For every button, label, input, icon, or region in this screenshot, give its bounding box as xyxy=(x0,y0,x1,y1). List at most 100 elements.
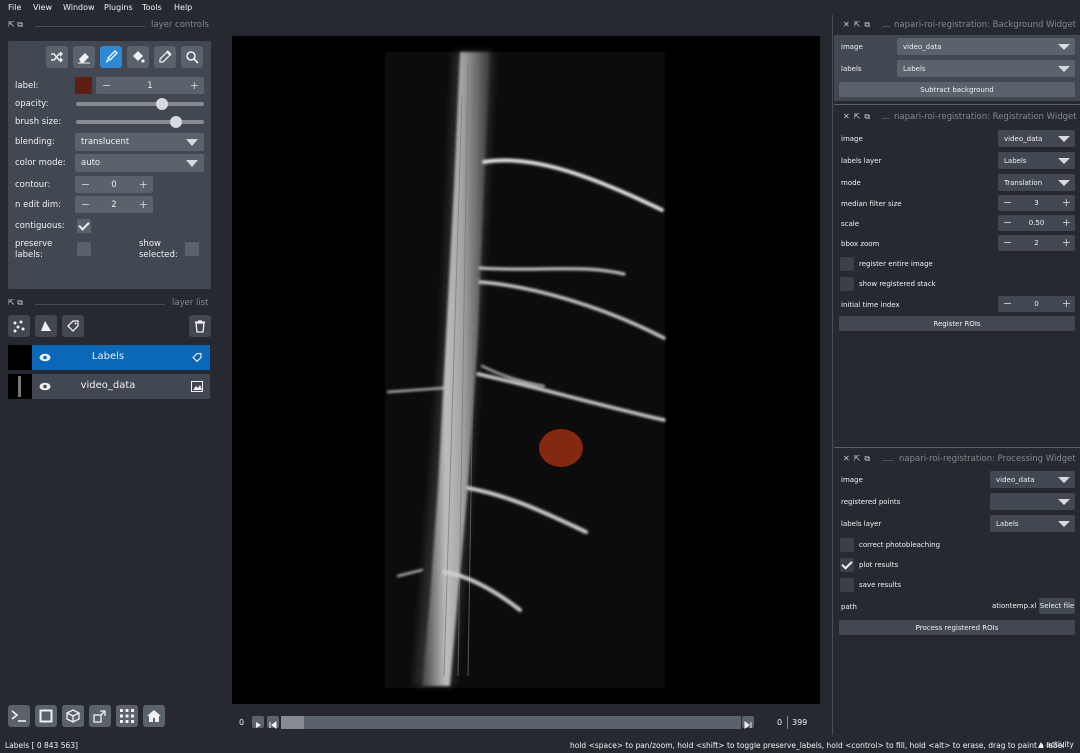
proc-points-dropdown[interactable] xyxy=(990,493,1075,510)
dock-float-icons[interactable]: ⇱ ⧉ xyxy=(8,20,23,30)
transpose-button[interactable] xyxy=(89,705,111,727)
minus-icon[interactable]: − xyxy=(1003,196,1012,210)
menu-view[interactable]: View xyxy=(33,3,52,12)
fill-bucket-button[interactable] xyxy=(127,46,149,68)
new-points-layer-button[interactable] xyxy=(8,315,30,337)
trash-icon xyxy=(195,320,205,333)
toggle-ndisplay-button[interactable] xyxy=(35,705,57,727)
subtract-background-button[interactable]: Subtract background xyxy=(839,82,1075,97)
plus-icon[interactable]: + xyxy=(139,198,148,212)
proc-image-dropdown[interactable]: video_data xyxy=(990,471,1075,488)
play-button[interactable] xyxy=(252,716,264,728)
widget-header-icons[interactable]: ✕⇱⧉ xyxy=(843,112,874,122)
minus-icon[interactable]: − xyxy=(1003,216,1012,230)
step-forward-button[interactable] xyxy=(742,716,754,729)
activity-button[interactable]: ▲ activity xyxy=(1038,740,1074,749)
skip-back-icon xyxy=(269,721,277,729)
home-button[interactable] xyxy=(143,705,165,727)
proc-points-label: registered points xyxy=(841,498,901,506)
preserve-labels-checkbox[interactable] xyxy=(77,242,91,256)
dock-float-icons[interactable]: ⇱ ⧉ xyxy=(8,298,23,308)
layer-row-labels[interactable]: Labels xyxy=(8,345,210,370)
dims-slider[interactable] xyxy=(281,716,741,729)
brush-size-slider-handle[interactable] xyxy=(170,116,182,128)
tag-icon xyxy=(192,353,202,363)
bg-labels-dropdown[interactable]: Labels xyxy=(897,60,1075,77)
shuffle-colors-button[interactable] xyxy=(46,46,68,68)
minus-icon[interactable]: − xyxy=(102,79,111,93)
select-file-button[interactable]: Select file xyxy=(1039,598,1075,614)
menu-help[interactable]: Help xyxy=(174,3,192,12)
reg-bbox-spinbox[interactable]: − 2 + xyxy=(998,235,1075,251)
minus-icon[interactable]: − xyxy=(1003,297,1012,311)
step-back-button[interactable] xyxy=(267,716,279,729)
opacity-slider-handle[interactable] xyxy=(156,98,168,110)
correct-photobleaching-checkbox[interactable] xyxy=(840,538,854,552)
plus-icon[interactable]: + xyxy=(1062,216,1071,230)
viewer-canvas[interactable] xyxy=(232,36,820,704)
blending-value: translucent xyxy=(81,137,130,147)
delete-layer-button[interactable] xyxy=(189,315,211,337)
menu-window[interactable]: Window xyxy=(63,3,95,12)
plus-icon[interactable]: + xyxy=(1062,196,1071,210)
minus-icon[interactable]: − xyxy=(81,198,90,212)
contour-label: contour: xyxy=(15,180,51,190)
reg-median-spinbox[interactable]: − 3 + xyxy=(998,195,1075,211)
bg-image-dropdown[interactable]: video_data xyxy=(897,38,1075,55)
layer-row-video-data[interactable]: video_data xyxy=(8,374,210,399)
n-edit-dim-spinbox[interactable]: − 2 + xyxy=(75,196,153,213)
n-edit-dim-label: n edit dim: xyxy=(15,200,62,210)
dock-splitter[interactable] xyxy=(832,15,833,735)
show-registered-stack-checkbox[interactable] xyxy=(840,277,854,291)
color-picker-button[interactable] xyxy=(154,46,176,68)
blending-dropdown[interactable]: translucent xyxy=(75,133,204,151)
plus-icon[interactable]: + xyxy=(190,79,199,93)
console-button[interactable] xyxy=(8,705,30,727)
reg-scale-spinbox[interactable]: − 0.50 + xyxy=(998,215,1075,231)
label-label: label: xyxy=(15,81,39,91)
save-results-checkbox[interactable] xyxy=(840,578,854,592)
minus-icon[interactable]: − xyxy=(81,178,90,192)
color-mode-dropdown[interactable]: auto xyxy=(75,154,204,172)
brush-size-slider[interactable] xyxy=(76,120,204,124)
zoom-button[interactable] xyxy=(181,46,203,68)
initial-time-spinbox[interactable]: − 0 + xyxy=(998,296,1075,312)
proc-image-value: video_data xyxy=(996,475,1035,484)
proc-labels-layer-dropdown[interactable]: Labels xyxy=(990,515,1075,532)
reg-scale-label: scale xyxy=(841,220,860,228)
grid-view-button[interactable] xyxy=(116,705,138,727)
reg-mode-dropdown[interactable]: Translation xyxy=(998,174,1075,191)
contiguous-checkbox[interactable] xyxy=(77,219,91,233)
contour-spinbox[interactable]: − 0 + xyxy=(75,176,153,193)
menu-tools[interactable]: Tools xyxy=(142,3,162,12)
menu-plugins[interactable]: Plugins xyxy=(104,3,133,12)
plot-results-checkbox[interactable] xyxy=(840,558,854,572)
dock-divider xyxy=(35,26,145,27)
eraser-button[interactable] xyxy=(73,46,95,68)
dims-slider-handle[interactable] xyxy=(281,716,304,729)
reg-mode-label: mode xyxy=(841,179,861,187)
show-selected-checkbox[interactable] xyxy=(185,242,199,256)
menu-file[interactable]: File xyxy=(8,3,21,12)
plus-icon[interactable]: + xyxy=(1062,236,1071,250)
paint-brush-button[interactable] xyxy=(100,46,122,68)
process-registered-rois-button[interactable]: Process registered ROIs xyxy=(839,620,1075,635)
contour-value: 0 xyxy=(111,179,117,190)
reg-labels-layer-dropdown[interactable]: Labels xyxy=(998,152,1075,169)
path-input[interactable]: ationtemp.xls xyxy=(990,598,1036,614)
new-shapes-layer-button[interactable] xyxy=(35,315,57,337)
reg-image-dropdown[interactable]: video_data xyxy=(998,130,1075,147)
label-spinbox[interactable]: − 1 + xyxy=(96,77,204,94)
register-rois-button[interactable]: Register ROIs xyxy=(839,316,1075,331)
opacity-slider[interactable] xyxy=(76,102,204,106)
new-labels-layer-button[interactable] xyxy=(62,315,84,337)
minus-icon[interactable]: − xyxy=(1003,236,1012,250)
status-bar: Labels [ 0 843 563] hold <space> to pan/… xyxy=(0,737,1080,753)
widget-header-icons[interactable]: ✕⇱⧉ xyxy=(843,454,874,464)
plot-results-label: plot results xyxy=(859,561,899,569)
roll-dimensions-button[interactable] xyxy=(62,705,84,727)
widget-header-icons[interactable]: ✕⇱⧉ xyxy=(843,20,874,30)
plus-icon[interactable]: + xyxy=(139,178,148,192)
plus-icon[interactable]: + xyxy=(1062,297,1071,311)
register-entire-image-checkbox[interactable] xyxy=(840,257,854,271)
